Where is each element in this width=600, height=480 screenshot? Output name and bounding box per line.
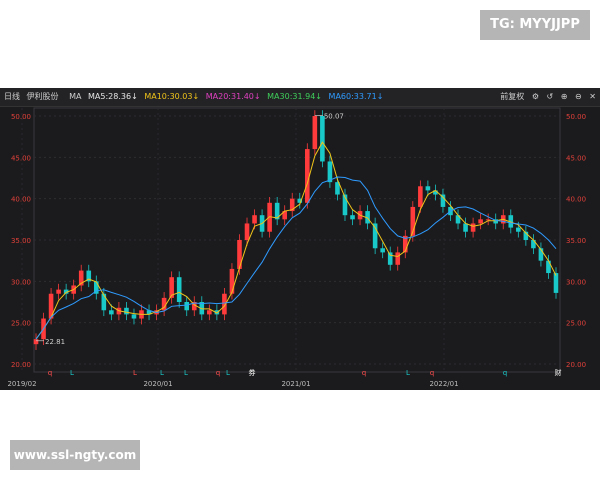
y-tick-right-2: 30.00 bbox=[566, 278, 586, 286]
x-tick-1: 2020/01 bbox=[143, 380, 172, 388]
candle-body-42 bbox=[350, 215, 355, 220]
y-tick-right-6: 50.00 bbox=[566, 113, 586, 121]
y-tick-left-5: 45.00 bbox=[11, 154, 31, 162]
candle-body-29 bbox=[252, 215, 257, 224]
max-annotation: 50.07 bbox=[324, 112, 344, 120]
event-marker-4: L bbox=[184, 369, 188, 377]
event-marker-6: L bbox=[226, 369, 230, 377]
event-marker-8: q bbox=[362, 369, 366, 377]
y-tick-left-3: 35.00 bbox=[11, 237, 31, 245]
candle-body-64 bbox=[516, 227, 521, 232]
candle-body-37 bbox=[312, 116, 318, 150]
y-tick-right-0: 20.00 bbox=[566, 361, 586, 369]
event-marker-11: q bbox=[503, 369, 507, 377]
event-marker-1: L bbox=[70, 369, 74, 377]
event-marker-9: L bbox=[406, 369, 410, 377]
y-tick-right-4: 40.00 bbox=[566, 196, 586, 204]
x-tick-3: 2022/01 bbox=[429, 380, 458, 388]
candle-body-69 bbox=[553, 273, 559, 293]
candle-body-38 bbox=[320, 116, 325, 162]
candle-body-0 bbox=[33, 339, 39, 345]
candle-body-23 bbox=[207, 310, 212, 315]
y-tick-left-6: 50.00 bbox=[11, 113, 31, 121]
event-marker-2: L bbox=[133, 369, 137, 377]
min-annotation: 22.81 bbox=[45, 338, 65, 346]
candle-body-12 bbox=[124, 307, 129, 315]
candle-body-51 bbox=[418, 186, 423, 207]
y-tick-right-5: 45.00 bbox=[566, 154, 586, 162]
event-marker-7: 券 bbox=[249, 368, 256, 377]
candle-body-46 bbox=[380, 248, 385, 253]
candle-body-27 bbox=[237, 240, 242, 269]
y-tick-left-2: 30.00 bbox=[11, 278, 31, 286]
candle-body-59 bbox=[478, 219, 483, 224]
candle-body-57 bbox=[463, 223, 468, 232]
y-tick-right-1: 25.00 bbox=[566, 320, 586, 328]
watermark-top-right: TG: MYYJJPP bbox=[480, 10, 590, 40]
event-marker-5: q bbox=[216, 369, 220, 377]
plot-frame bbox=[33, 107, 561, 373]
candle-body-52 bbox=[425, 186, 431, 191]
candle-body-3 bbox=[56, 289, 61, 294]
candle-body-13 bbox=[131, 314, 137, 319]
candle-body-48 bbox=[395, 252, 401, 265]
event-marker-3: L bbox=[160, 369, 164, 377]
y-tick-left-0: 20.00 bbox=[11, 361, 31, 369]
x-tick-2: 2021/01 bbox=[281, 380, 310, 388]
candle-body-20 bbox=[184, 302, 190, 311]
y-tick-left-4: 40.00 bbox=[11, 196, 31, 204]
stock-chart-panel: 日线 伊利股份 MA MA5:28.36↓ MA10:30.03↓ MA20:3… bbox=[0, 88, 600, 390]
candle-body-68 bbox=[546, 260, 551, 274]
event-marker-10: q bbox=[430, 369, 434, 377]
candlestick-chart[interactable]: 20.00 20.00 25.00 25.00 30.00 30.00 35.00 35.00… bbox=[0, 88, 600, 390]
candle-body-28 bbox=[244, 223, 250, 240]
y-tick-right-3: 35.00 bbox=[566, 237, 586, 245]
event-marker-12: 财 bbox=[555, 368, 562, 377]
candle-body-19 bbox=[176, 277, 182, 302]
candle-body-58 bbox=[470, 223, 476, 232]
y-tick-left-1: 25.00 bbox=[11, 320, 31, 328]
candle-body-10 bbox=[109, 310, 114, 315]
event-marker-0: q bbox=[48, 369, 52, 377]
candle-body-9 bbox=[101, 293, 107, 311]
watermark-bottom-left: www.ssl-ngty.com bbox=[10, 440, 140, 470]
candle-body-26 bbox=[229, 268, 235, 294]
candle-body-60 bbox=[485, 219, 491, 221]
x-tick-0: 2019/02 bbox=[7, 380, 36, 388]
